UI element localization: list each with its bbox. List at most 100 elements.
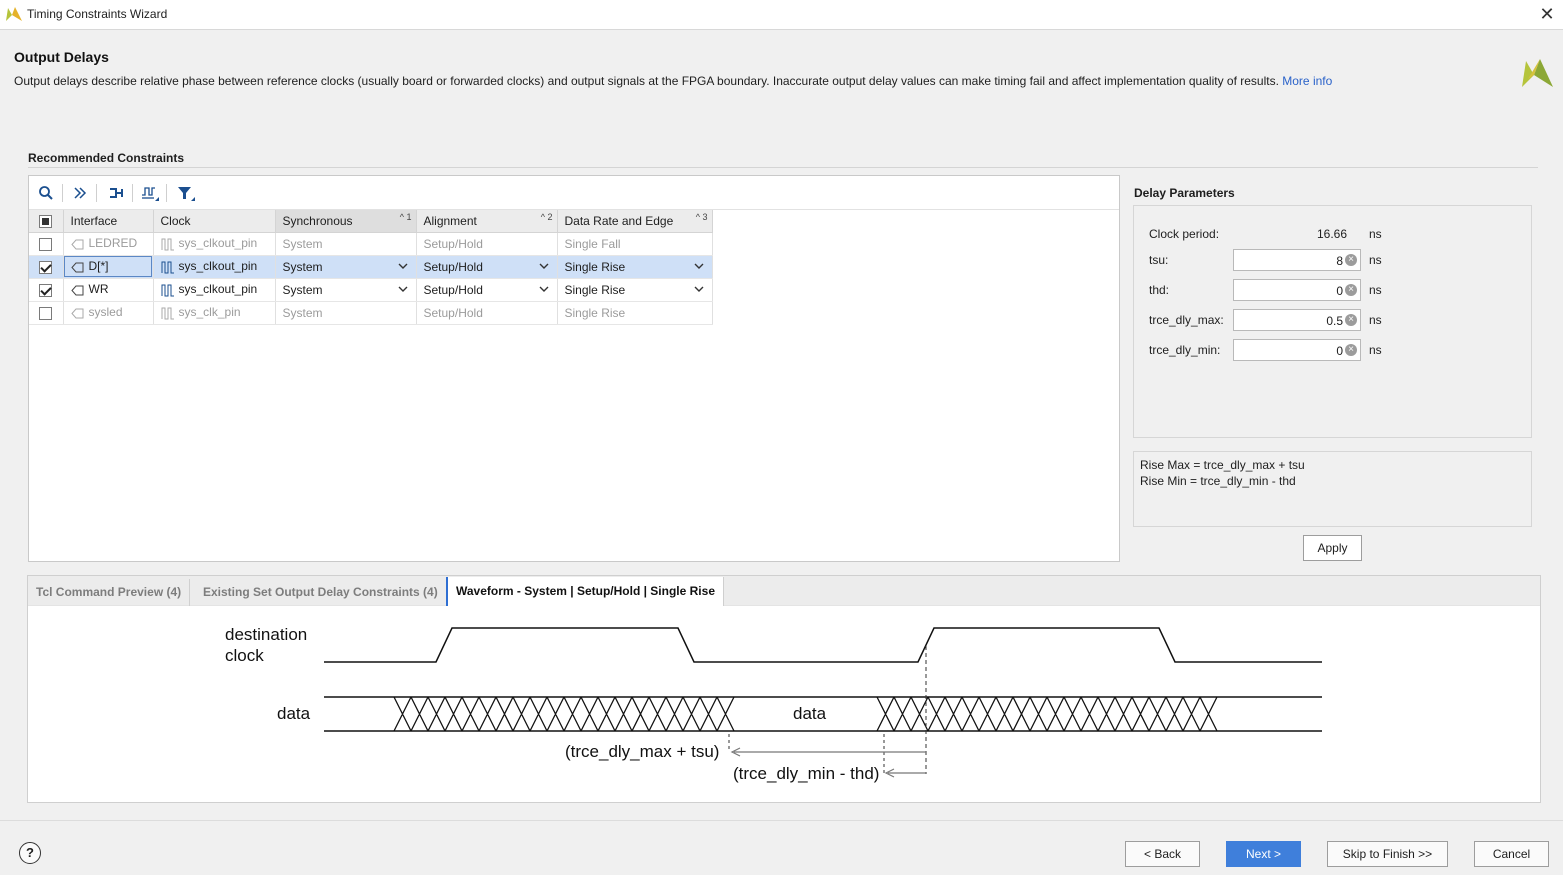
trce-dly-max-input[interactable]: 0.5 ×: [1233, 309, 1361, 331]
alignment-dropdown[interactable]: Setup/Hold: [416, 255, 558, 279]
row-checkbox[interactable]: [29, 278, 64, 302]
column-header-interface[interactable]: Interface: [63, 210, 154, 233]
help-icon[interactable]: ?: [19, 842, 41, 864]
max-annotation: (trce_dly_max + tsu): [565, 742, 719, 761]
row-checkbox[interactable]: [29, 232, 64, 256]
row-checkbox[interactable]: [29, 301, 64, 325]
tsu-row: tsu: 8 × ns: [1149, 249, 1519, 271]
clear-icon[interactable]: ×: [1345, 344, 1357, 356]
data-window-label: data: [793, 704, 827, 723]
back-button[interactable]: < Back: [1125, 841, 1200, 867]
page-header: Output Delays Output delays describe rel…: [0, 31, 1563, 111]
edge-dropdown[interactable]: Single Rise: [557, 278, 713, 302]
chevron-down-icon: [398, 263, 407, 269]
toolbar-separator: [166, 184, 167, 202]
description-text: Output delays describe relative phase be…: [14, 74, 1279, 88]
waveform-icon[interactable]: [139, 182, 161, 204]
toolbar-separator: [62, 184, 63, 202]
tsu-label: tsu:: [1149, 253, 1169, 267]
trce-dly-max-row: trce_dly_max: 0.5 × ns: [1149, 309, 1519, 331]
apply-button[interactable]: Apply: [1303, 535, 1362, 561]
column-header-alignment[interactable]: Alignment ^ 2: [416, 210, 558, 233]
interface-cell: D[*]: [63, 255, 154, 279]
clock-signal-icon: [161, 261, 174, 274]
table-header-row: Interface Clock Synchronous ^ 1 Alignment…: [29, 210, 713, 233]
unit-label: ns: [1369, 283, 1382, 297]
chevron-down-icon: [539, 286, 548, 292]
close-icon[interactable]: ✕: [1537, 4, 1557, 24]
unit-label: ns: [1369, 227, 1382, 241]
formula-rise-max: Rise Max = trce_dly_max + tsu: [1140, 458, 1305, 472]
data-invalid-region: [876, 696, 1218, 732]
column-header-data-rate[interactable]: Data Rate and Edge ^ 3: [557, 210, 713, 233]
table-row[interactable]: LEDRED sys_clkout_pin System Setup/Hold …: [29, 232, 713, 256]
min-annotation: (trce_dly_min - thd): [733, 764, 879, 783]
chevron-down-icon: [694, 286, 703, 292]
alignment-dropdown[interactable]: Setup/Hold: [416, 278, 558, 302]
tsu-input[interactable]: 8 ×: [1233, 249, 1361, 271]
edge-dropdown[interactable]: Single Rise: [557, 255, 713, 279]
clock-waveform: [324, 627, 1322, 663]
port-icon: [70, 308, 83, 319]
clock-signal-icon: [161, 284, 174, 297]
trce-dly-max-label: trce_dly_max:: [1149, 313, 1224, 327]
toolbar-separator: [132, 184, 133, 202]
trce-dly-min-input[interactable]: 0 ×: [1233, 339, 1361, 361]
synchronous-cell: System: [275, 232, 417, 256]
window-title: Timing Constraints Wizard: [27, 7, 168, 21]
port-icon: [70, 285, 83, 296]
interface-cell: sysled: [63, 301, 154, 325]
page-description: Output delays describe relative phase be…: [14, 74, 1332, 88]
vivado-brand-icon: [1522, 59, 1553, 87]
sort-indicator: ^ 3: [695, 212, 708, 222]
next-button[interactable]: Next >: [1226, 841, 1301, 867]
hatch-pattern: [876, 696, 1218, 732]
skip-to-finish-button[interactable]: Skip to Finish >>: [1327, 841, 1448, 867]
column-header-clock[interactable]: Clock: [153, 210, 276, 233]
tab-existing-constraints[interactable]: Existing Set Output Delay Constraints (4…: [195, 579, 447, 606]
interface-cell: LEDRED: [63, 232, 154, 256]
synchronous-dropdown[interactable]: System: [275, 278, 417, 302]
thd-label: thd:: [1149, 283, 1170, 297]
hatch-pattern: [393, 696, 735, 732]
fit-icon[interactable]: [105, 182, 127, 204]
table-toolbar: [29, 176, 1119, 210]
clock-period-label: Clock period:: [1149, 227, 1220, 241]
clock-cell: sys_clkout_pin: [153, 278, 276, 302]
clear-icon[interactable]: ×: [1345, 284, 1357, 296]
constraints-table-panel: Interface Clock Synchronous ^ 1 Alignment…: [28, 175, 1120, 562]
recommended-constraints-label: Recommended Constraints: [28, 151, 185, 165]
clock-signal-icon: [161, 307, 174, 320]
collapse-icon[interactable]: [69, 182, 91, 204]
tab-waveform[interactable]: Waveform - System | Setup/Hold | Single …: [446, 577, 724, 606]
table-row[interactable]: WR sys_clkout_pin System Setup/Hold Sing…: [29, 278, 713, 302]
clock-period-row: Clock period: 16.66 ns: [1149, 223, 1519, 245]
search-icon[interactable]: [35, 182, 57, 204]
tab-tcl-preview[interactable]: Tcl Command Preview (4): [28, 579, 191, 606]
delay-parameters-label: Delay Parameters: [1134, 186, 1235, 200]
row-checkbox[interactable]: [29, 255, 64, 279]
table-row[interactable]: sysled sys_clk_pin System Setup/Hold Sin…: [29, 301, 713, 325]
column-header-synchronous[interactable]: Synchronous ^ 1: [275, 210, 417, 233]
chevron-down-icon: [539, 263, 548, 269]
cancel-button[interactable]: Cancel: [1474, 841, 1549, 867]
table-row[interactable]: D[*] sys_clkout_pin System Setup/Hold Si…: [29, 255, 713, 279]
thd-input[interactable]: 0 ×: [1233, 279, 1361, 301]
clock-period-value: 16.66: [1316, 227, 1347, 241]
wizard-footer: ? < Back Next > Skip to Finish >> Cancel: [0, 820, 1563, 875]
alignment-cell: Setup/Hold: [416, 301, 558, 325]
clock-label-line1: destination: [225, 625, 307, 644]
filter-icon[interactable]: [175, 182, 197, 204]
synchronous-dropdown[interactable]: System: [275, 255, 417, 279]
more-info-link[interactable]: More info: [1282, 74, 1332, 88]
toolbar-separator: [96, 184, 97, 202]
alignment-cell: Setup/Hold: [416, 232, 558, 256]
port-icon: [70, 262, 83, 273]
tab-bar: Tcl Command Preview (4) Existing Set Out…: [28, 576, 1540, 606]
clock-signal-icon: [161, 238, 174, 251]
select-all-checkbox[interactable]: [29, 210, 64, 233]
clear-icon[interactable]: ×: [1345, 254, 1357, 266]
clear-icon[interactable]: ×: [1345, 314, 1357, 326]
clock-label-line2: clock: [225, 646, 264, 665]
vivado-logo-icon: [6, 7, 22, 21]
